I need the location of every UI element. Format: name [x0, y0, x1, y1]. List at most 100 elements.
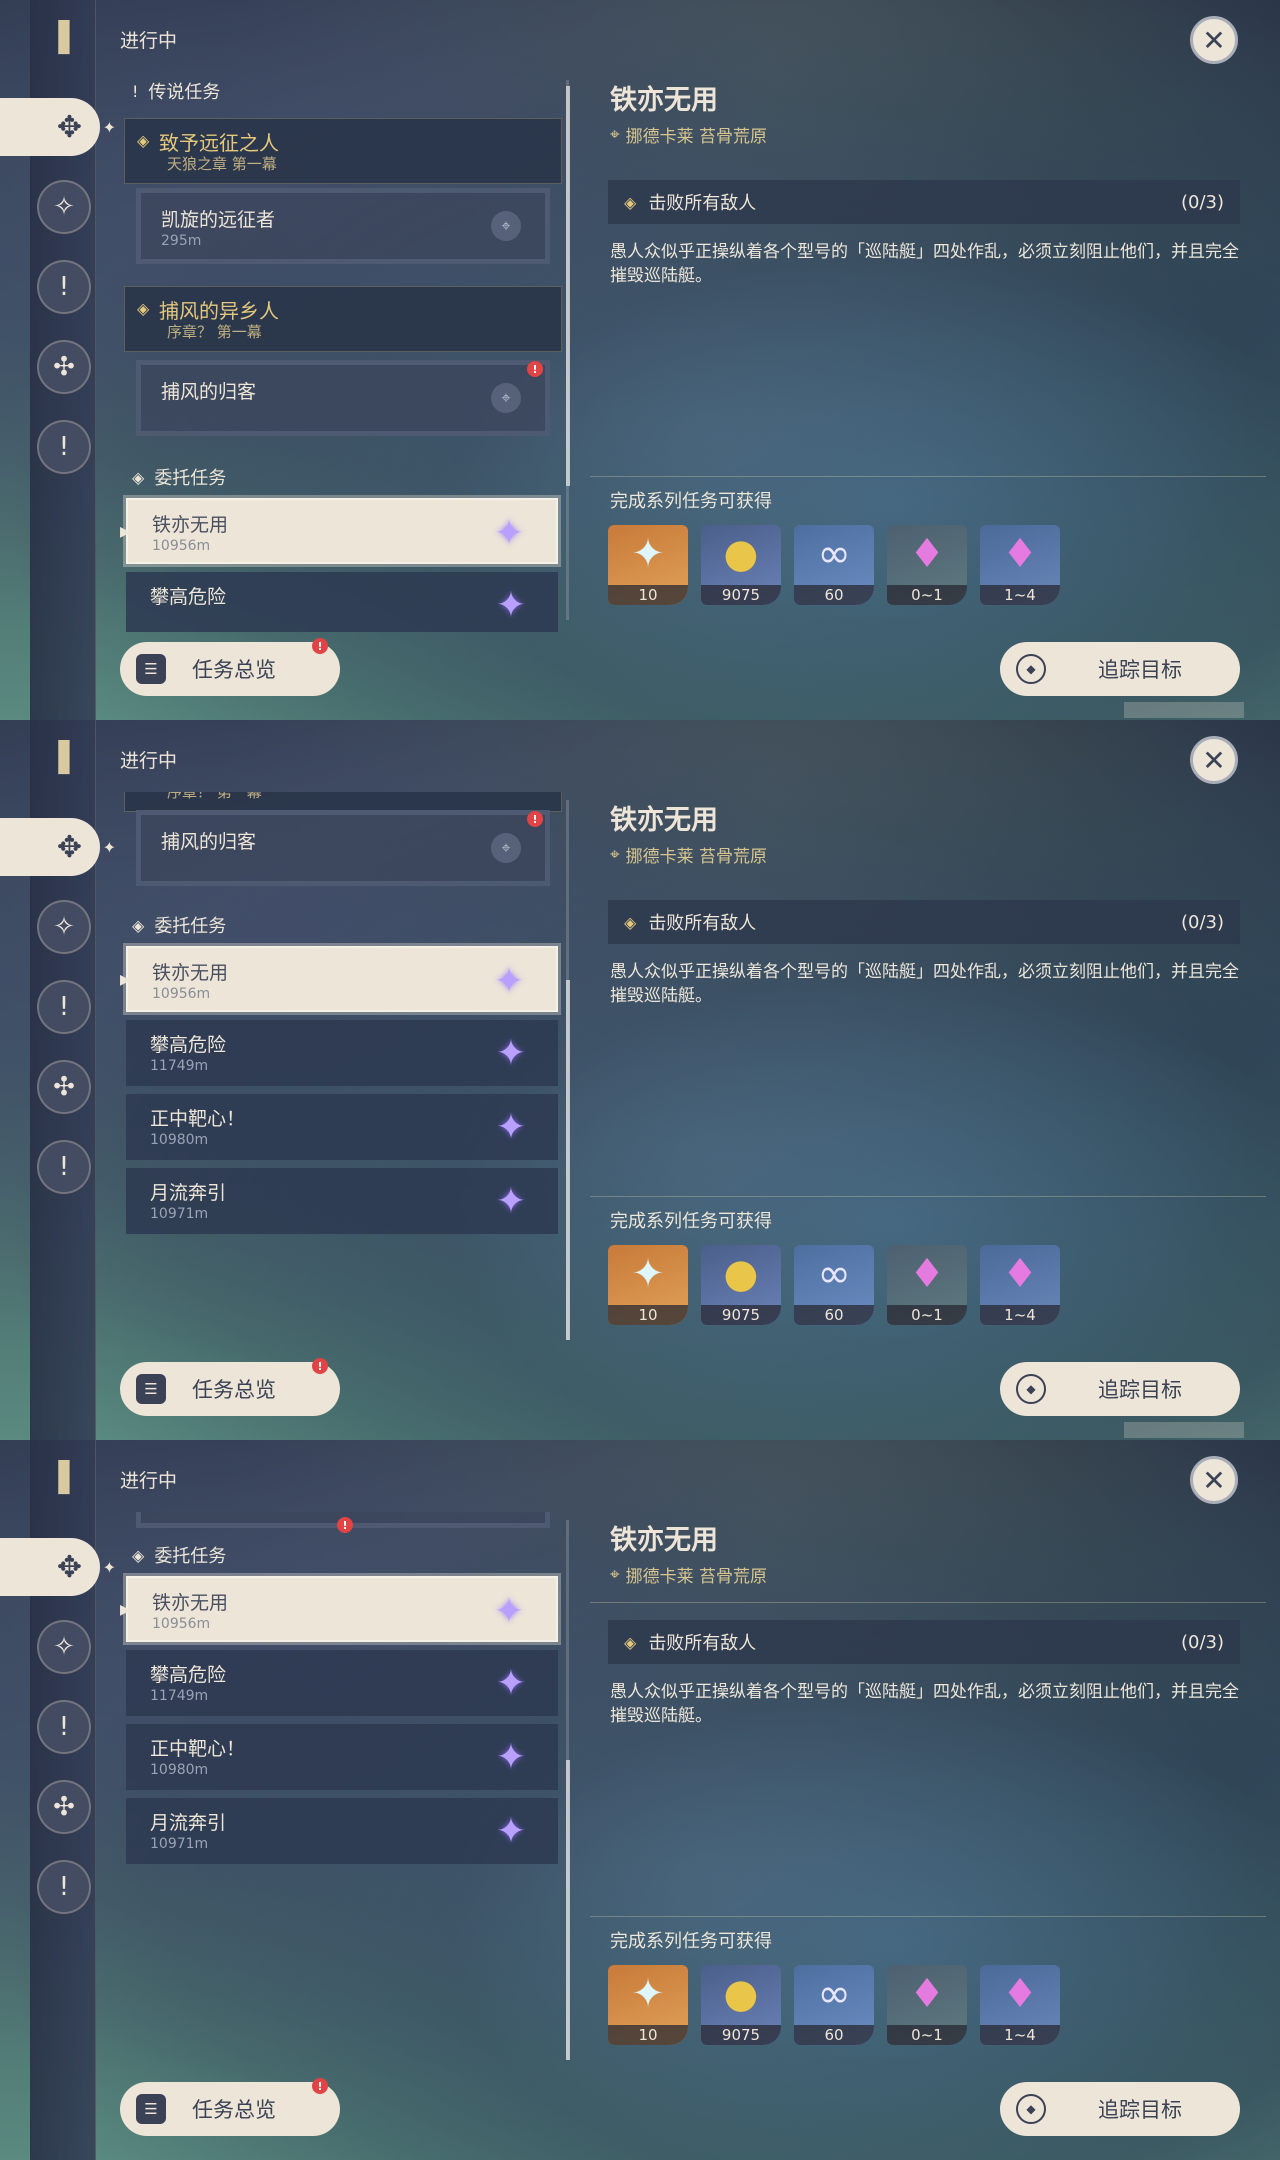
primogem-icon: ✦: [631, 1251, 665, 1297]
tab-story-quests[interactable]: !: [37, 980, 91, 1034]
quest-group-2[interactable]: 序章？ 第一幕: [124, 792, 562, 812]
commission-icon: ◈: [132, 915, 145, 935]
quest-overview-button[interactable]: ☰ 任务总览 !: [120, 638, 340, 696]
quest-item[interactable]: 捕风的归客 ⌖ !: [136, 810, 550, 886]
bookmark-icon[interactable]: ❚: [44, 1452, 84, 1498]
sparkle-icon: ✦: [102, 117, 116, 137]
scrollbar-thumb[interactable]: [566, 1760, 570, 2060]
location-pin-icon[interactable]: ⌖: [491, 211, 521, 241]
exclamation-icon: !: [58, 432, 70, 462]
objective-count: (0/3): [1180, 191, 1224, 213]
commission-item[interactable]: 攀高危险 11749m ✦: [126, 1650, 558, 1716]
reward-item[interactable]: ● 9075: [701, 1965, 781, 2045]
commission-section-header: ◈ 委托任务: [132, 1542, 226, 1568]
reward-item[interactable]: ✦ 10: [608, 525, 688, 605]
track-target-button[interactable]: ◆ 追踪目标: [1000, 2082, 1240, 2136]
location-pin-icon[interactable]: ⌖: [491, 833, 521, 863]
reward-item[interactable]: ♦ 1~4: [980, 525, 1060, 605]
tab-commissions[interactable]: ✣: [37, 340, 91, 394]
reward-item[interactable]: ♦ 0~1: [887, 1245, 967, 1325]
reward-item[interactable]: ♦ 0~1: [887, 525, 967, 605]
location-pin-icon[interactable]: ⌖: [491, 383, 521, 413]
tab-world-quests[interactable]: !: [37, 1140, 91, 1194]
commission-item[interactable]: 月流奔引 10971m ✦: [126, 1798, 558, 1864]
track-target-button[interactable]: ◆ 追踪目标: [1000, 642, 1240, 696]
fate-icon: ∞: [817, 1251, 851, 1297]
divider: [590, 1196, 1266, 1197]
commission-title: 攀高危险: [150, 1034, 227, 1056]
quest-item[interactable]: 凯旋的远征者 295m ⌖: [136, 188, 550, 264]
exclamation-icon: !: [132, 81, 139, 101]
reward-item[interactable]: ✦ 10: [608, 1245, 688, 1325]
commission-item[interactable]: 攀高危险 11749m ✦: [126, 1020, 558, 1086]
commission-item-active[interactable]: ▶ 铁亦无用 10956m ✦: [120, 498, 558, 564]
quest-diamond-icon: ◈: [137, 299, 150, 318]
reward-item[interactable]: ● 9075: [701, 1245, 781, 1325]
mora-icon: ●: [723, 531, 759, 577]
quest-distance: 295m: [161, 233, 202, 249]
commission-distance: 10971m: [150, 1836, 209, 1852]
quest-group-subtitle: 序章？ 第一幕: [167, 323, 262, 341]
close-button[interactable]: ✕: [1190, 16, 1238, 64]
scrollbar-thumb[interactable]: [566, 980, 570, 1340]
commission-item[interactable]: 正中靶心！ 10980m ✦: [126, 1724, 558, 1790]
commission-item[interactable]: 月流奔引 10971m ✦: [126, 1168, 558, 1234]
reward-item[interactable]: ♦ 0~1: [887, 1965, 967, 2045]
reward-item[interactable]: ✦ 10: [608, 1965, 688, 2045]
tab-commissions[interactable]: ✣: [37, 1780, 91, 1834]
tab-archon-quests[interactable]: ✧: [37, 180, 91, 234]
quest-title: 捕风的归客: [161, 831, 257, 853]
archon-icon: ✧: [53, 1632, 75, 1662]
reward-item[interactable]: ∞ 60: [794, 525, 874, 605]
sparkle-icon: ✦: [102, 1557, 116, 1577]
alert-badge: !: [312, 1358, 328, 1374]
reward-item[interactable]: ∞ 60: [794, 1245, 874, 1325]
track-target-button[interactable]: ◆ 追踪目标: [1000, 1362, 1240, 1416]
alert-badge: !: [527, 361, 543, 377]
quest-item[interactable]: !: [136, 1512, 550, 1533]
reward-item[interactable]: ● 9075: [701, 525, 781, 605]
divider: [590, 1602, 1266, 1603]
reward-item[interactable]: ∞ 60: [794, 1965, 874, 2045]
quest-group-2[interactable]: ◈ 捕风的异乡人 序章？ 第一幕: [124, 286, 562, 352]
reward-qty: 9075: [701, 2025, 781, 2045]
reward-qty: 9075: [701, 585, 781, 605]
tab-world-quests[interactable]: !: [37, 1860, 91, 1914]
quest-group-1[interactable]: ◈ 致予远征之人 天狼之章 第一幕: [124, 118, 562, 184]
close-button[interactable]: ✕: [1190, 1456, 1238, 1504]
tab-archon-quests[interactable]: ✧: [37, 900, 91, 954]
bottom-strip: [1124, 1422, 1244, 1438]
objective-count: (0/3): [1180, 911, 1224, 933]
quest-item[interactable]: 捕风的归客 ⌖ !: [136, 360, 550, 436]
reward-item[interactable]: ♦ 1~4: [980, 1965, 1060, 2045]
bookmark-icon[interactable]: ❚: [44, 12, 84, 58]
commission-distance: 10980m: [150, 1762, 209, 1778]
story-icon: !: [58, 272, 70, 302]
rewards-label: 完成系列任务可获得: [610, 1931, 772, 1952]
reward-qty: 10: [608, 1305, 688, 1325]
tab-all-quests[interactable]: ✥ ✦: [0, 98, 116, 156]
quest-overview-button[interactable]: ☰ 任务总览 !: [120, 1358, 340, 1416]
divider: [590, 1916, 1266, 1917]
commission-item[interactable]: 攀高危险 ✦: [126, 572, 558, 632]
mora-icon: ●: [723, 1251, 759, 1297]
reward-qty: 0~1: [887, 585, 967, 605]
tab-all-quests[interactable]: ✥ ✦: [0, 1538, 116, 1596]
quest-overview-button[interactable]: ☰ 任务总览 !: [120, 2078, 340, 2136]
tab-story-quests[interactable]: !: [37, 1700, 91, 1754]
alert-badge: !: [337, 1517, 353, 1533]
close-button[interactable]: ✕: [1190, 736, 1238, 784]
reward-item[interactable]: ♦ 1~4: [980, 1245, 1060, 1325]
scrollbar-thumb[interactable]: [566, 86, 570, 486]
tab-all-quests[interactable]: ✥ ✦: [0, 818, 116, 876]
commission-item[interactable]: 正中靶心！ 10980m ✦: [126, 1094, 558, 1160]
commission-star-icon: ✦: [495, 1662, 527, 1704]
tab-commissions[interactable]: ✣: [37, 1060, 91, 1114]
commission-item-active[interactable]: ▶ 铁亦无用 10956m ✦: [120, 1576, 558, 1642]
commission-item-active[interactable]: ▶ 铁亦无用 10956m ✦: [120, 946, 558, 1012]
objective-count: (0/3): [1180, 1631, 1224, 1653]
tab-story-quests[interactable]: !: [37, 260, 91, 314]
tab-archon-quests[interactable]: ✧: [37, 1620, 91, 1674]
bookmark-icon[interactable]: ❚: [44, 732, 84, 778]
tab-world-quests[interactable]: !: [37, 420, 91, 474]
